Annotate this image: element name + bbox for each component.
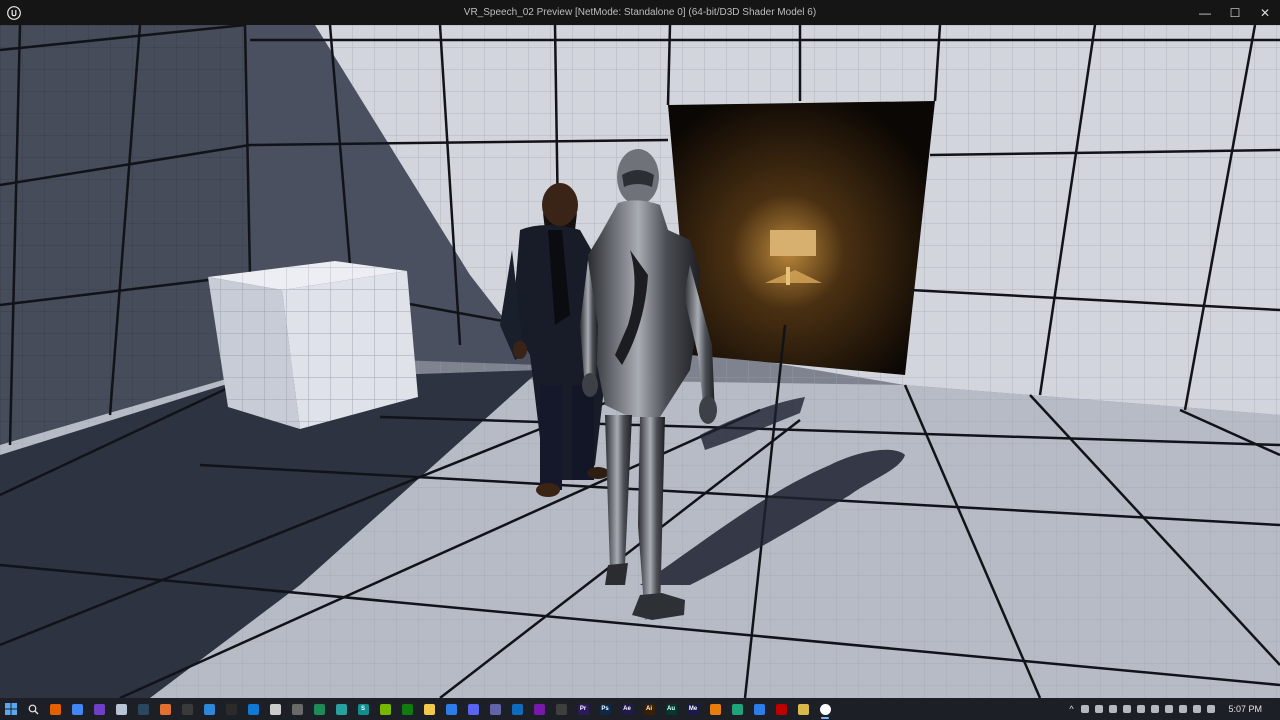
taskbar-apps: S Pr Ps Ae Ai Au Me	[22, 698, 836, 720]
teams-icon[interactable]	[484, 698, 506, 720]
media-encoder-icon-label: Me	[688, 706, 698, 712]
photoshop-icon-label: Ps	[601, 706, 609, 712]
premiere-pro-icon-label: Pr	[579, 706, 587, 712]
github-desktop-icon[interactable]	[88, 698, 110, 720]
nvidia-icon[interactable]	[374, 698, 396, 720]
audition-icon-label: Au	[667, 706, 675, 712]
bluetooth-icon[interactable]	[1148, 698, 1162, 720]
grid-cube	[208, 261, 418, 429]
windows-start-icon[interactable]	[0, 698, 22, 720]
after-effects-icon[interactable]: Ae	[616, 698, 638, 720]
cloud-app-icon[interactable]	[110, 698, 132, 720]
remote-desktop-icon[interactable]	[748, 698, 770, 720]
taskbar-clock[interactable]: 5:07 PM	[1218, 704, 1280, 714]
mic-icon[interactable]	[1176, 698, 1190, 720]
app-s-icon[interactable]: S	[352, 698, 374, 720]
network-icon[interactable]	[1092, 698, 1106, 720]
app-tray-icon[interactable]	[1190, 698, 1204, 720]
steam-icon[interactable]	[132, 698, 154, 720]
notes-icon[interactable]	[792, 698, 814, 720]
minimize-button[interactable]: —	[1190, 0, 1220, 25]
edge-icon[interactable]	[726, 698, 748, 720]
discord-icon[interactable]	[462, 698, 484, 720]
terminal-icon[interactable]	[220, 698, 242, 720]
epic-games-icon[interactable]	[176, 698, 198, 720]
premiere-pro-icon[interactable]: Pr	[572, 698, 594, 720]
window-controls: — ☐ ✕	[1190, 0, 1280, 25]
teams-tray-icon[interactable]	[1106, 698, 1120, 720]
photoshop-icon[interactable]: Ps	[594, 698, 616, 720]
vpn-tray-icon[interactable]	[1120, 698, 1134, 720]
unreal-engine-icon	[0, 0, 28, 25]
puzzle-app-icon[interactable]	[154, 698, 176, 720]
window-title: VR_Speech_02 Preview [NetMode: Standalon…	[463, 7, 817, 18]
chrome-icon[interactable]	[66, 698, 88, 720]
speaker-icon[interactable]	[1078, 698, 1092, 720]
illustrator-icon-label: Ai	[646, 706, 652, 712]
vscode-icon[interactable]	[242, 698, 264, 720]
onedrive-icon[interactable]	[1134, 698, 1148, 720]
security-icon[interactable]	[1162, 698, 1176, 720]
audacity-icon[interactable]	[550, 698, 572, 720]
lamp-crate	[770, 230, 816, 256]
illustrator-icon[interactable]: Ai	[638, 698, 660, 720]
cube-app-icon[interactable]	[330, 698, 352, 720]
unreal-engine-taskbar-icon[interactable]	[814, 698, 836, 720]
audition-icon[interactable]: Au	[660, 698, 682, 720]
monitor-app-icon[interactable]	[198, 698, 220, 720]
app-s-icon-label: S	[360, 706, 365, 712]
media-encoder-icon[interactable]: Me	[682, 698, 704, 720]
tray-overflow-chevron-icon[interactable]: ^	[1064, 698, 1078, 720]
file-explorer-icon[interactable]	[418, 698, 440, 720]
onenote-icon[interactable]	[528, 698, 550, 720]
photos-icon[interactable]	[440, 698, 462, 720]
system-tray: ^ 5:07 PM	[1064, 698, 1280, 720]
blender-icon[interactable]	[704, 698, 726, 720]
notification-icon[interactable]	[1204, 698, 1218, 720]
vpn-app-icon[interactable]	[308, 698, 330, 720]
search-icon[interactable]	[22, 698, 44, 720]
filezilla-icon[interactable]	[770, 698, 792, 720]
audio-app-icon[interactable]	[286, 698, 308, 720]
outlook-icon[interactable]	[506, 698, 528, 720]
window-title-bar[interactable]: VR_Speech_02 Preview [NetMode: Standalon…	[0, 0, 1280, 25]
windows-taskbar: S Pr Ps Ae Ai Au Me ^ 5:07 PM	[0, 698, 1280, 720]
firefox-icon[interactable]	[44, 698, 66, 720]
scene-render	[0, 25, 1280, 698]
close-button[interactable]: ✕	[1250, 0, 1280, 25]
unity-icon[interactable]	[264, 698, 286, 720]
game-viewport[interactable]	[0, 25, 1280, 698]
xbox-icon[interactable]	[396, 698, 418, 720]
after-effects-icon-label: Ae	[623, 706, 631, 712]
maximize-button[interactable]: ☐	[1220, 0, 1250, 25]
